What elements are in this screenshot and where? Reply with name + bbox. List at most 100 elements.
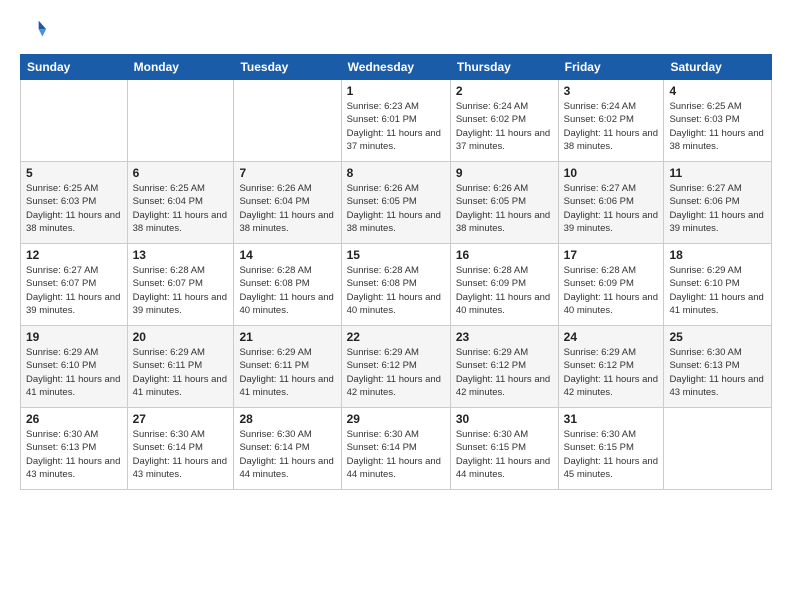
day-number: 3 [564, 84, 659, 98]
calendar-cell: 24 Sunrise: 6:29 AM Sunset: 6:12 PM Dayli… [558, 326, 664, 408]
calendar-cell: 18 Sunrise: 6:29 AM Sunset: 6:10 PM Dayli… [664, 244, 772, 326]
calendar-cell: 12 Sunrise: 6:27 AM Sunset: 6:07 PM Dayli… [21, 244, 128, 326]
day-info: Sunrise: 6:29 AM Sunset: 6:12 PM Dayligh… [347, 346, 445, 399]
calendar-cell: 27Sunrise: 6:30 AM Sunset: 6:14 PM Dayli… [127, 408, 234, 490]
day-info: Sunrise: 6:29 AM Sunset: 6:11 PM Dayligh… [133, 346, 229, 399]
day-number: 14 [239, 248, 335, 262]
calendar-header-wednesday: Wednesday [341, 55, 450, 80]
calendar-cell: 21Sunrise: 6:29 AM Sunset: 6:11 PM Dayli… [234, 326, 341, 408]
day-number: 9 [456, 166, 553, 180]
day-info: Sunrise: 6:29 AM Sunset: 6:12 PM Dayligh… [564, 346, 659, 399]
day-info: Sunrise: 6:27 AM Sunset: 6:06 PM Dayligh… [564, 182, 659, 235]
calendar-cell [664, 408, 772, 490]
day-info: Sunrise: 6:24 AM Sunset: 6:02 PM Dayligh… [564, 100, 659, 153]
day-info: Sunrise: 6:27 AM Sunset: 6:06 PM Dayligh… [669, 182, 766, 235]
day-number: 12 [26, 248, 122, 262]
calendar-week-row: 19 Sunrise: 6:29 AM Sunset: 6:10 PM Dayli… [21, 326, 772, 408]
day-number: 5 [26, 166, 122, 180]
day-number: 6 [133, 166, 229, 180]
day-info: Sunrise: 6:30 AM Sunset: 6:13 PM Dayligh… [26, 428, 122, 481]
day-info: Sunrise: 6:30 AM Sunset: 6:13 PM Dayligh… [669, 346, 766, 399]
calendar-cell: 10 Sunrise: 6:27 AM Sunset: 6:06 PM Dayli… [558, 162, 664, 244]
day-number: 21 [239, 330, 335, 344]
day-info: Sunrise: 6:26 AM Sunset: 6:04 PM Dayligh… [239, 182, 335, 235]
day-number: 16 [456, 248, 553, 262]
calendar-cell [127, 80, 234, 162]
day-number: 23 [456, 330, 553, 344]
day-info: Sunrise: 6:30 AM Sunset: 6:15 PM Dayligh… [564, 428, 659, 481]
calendar-cell: 23 Sunrise: 6:29 AM Sunset: 6:12 PM Dayli… [450, 326, 558, 408]
day-number: 18 [669, 248, 766, 262]
calendar-cell: 31Sunrise: 6:30 AM Sunset: 6:15 PM Dayli… [558, 408, 664, 490]
calendar-cell: 8 Sunrise: 6:26 AM Sunset: 6:05 PM Daylig… [341, 162, 450, 244]
calendar-cell: 6 Sunrise: 6:25 AM Sunset: 6:04 PM Daylig… [127, 162, 234, 244]
day-number: 2 [456, 84, 553, 98]
day-number: 22 [347, 330, 445, 344]
calendar-header-thursday: Thursday [450, 55, 558, 80]
page: SundayMondayTuesdayWednesdayThursdayFrid… [0, 0, 792, 612]
day-number: 15 [347, 248, 445, 262]
calendar-header-sunday: Sunday [21, 55, 128, 80]
day-number: 8 [347, 166, 445, 180]
day-number: 10 [564, 166, 659, 180]
calendar-cell: 9 Sunrise: 6:26 AM Sunset: 6:05 PM Daylig… [450, 162, 558, 244]
calendar-cell: 26 Sunrise: 6:30 AM Sunset: 6:13 PM Dayli… [21, 408, 128, 490]
logo [20, 16, 52, 44]
day-number: 11 [669, 166, 766, 180]
day-info: Sunrise: 6:23 AM Sunset: 6:01 PM Dayligh… [347, 100, 445, 153]
day-info: Sunrise: 6:25 AM Sunset: 6:03 PM Dayligh… [26, 182, 122, 235]
day-info: Sunrise: 6:25 AM Sunset: 6:03 PM Dayligh… [669, 100, 766, 153]
calendar-header-row: SundayMondayTuesdayWednesdayThursdayFrid… [21, 55, 772, 80]
day-number: 19 [26, 330, 122, 344]
calendar-header-tuesday: Tuesday [234, 55, 341, 80]
day-info: Sunrise: 6:27 AM Sunset: 6:07 PM Dayligh… [26, 264, 122, 317]
day-number: 30 [456, 412, 553, 426]
calendar-cell: 17Sunrise: 6:28 AM Sunset: 6:09 PM Dayli… [558, 244, 664, 326]
calendar-cell: 3 Sunrise: 6:24 AM Sunset: 6:02 PM Daylig… [558, 80, 664, 162]
calendar-cell: 15 Sunrise: 6:28 AM Sunset: 6:08 PM Dayli… [341, 244, 450, 326]
day-info: Sunrise: 6:24 AM Sunset: 6:02 PM Dayligh… [456, 100, 553, 153]
day-info: Sunrise: 6:28 AM Sunset: 6:09 PM Dayligh… [456, 264, 553, 317]
day-info: Sunrise: 6:29 AM Sunset: 6:10 PM Dayligh… [669, 264, 766, 317]
calendar-cell: 16 Sunrise: 6:28 AM Sunset: 6:09 PM Dayli… [450, 244, 558, 326]
calendar-week-row: 1 Sunrise: 6:23 AM Sunset: 6:01 PM Daylig… [21, 80, 772, 162]
day-info: Sunrise: 6:25 AM Sunset: 6:04 PM Dayligh… [133, 182, 229, 235]
calendar-cell: 19 Sunrise: 6:29 AM Sunset: 6:10 PM Dayli… [21, 326, 128, 408]
day-number: 24 [564, 330, 659, 344]
day-number: 1 [347, 84, 445, 98]
day-number: 25 [669, 330, 766, 344]
day-info: Sunrise: 6:30 AM Sunset: 6:14 PM Dayligh… [133, 428, 229, 481]
calendar-cell [21, 80, 128, 162]
day-info: Sunrise: 6:28 AM Sunset: 6:09 PM Dayligh… [564, 264, 659, 317]
calendar-cell: 13Sunrise: 6:28 AM Sunset: 6:07 PM Dayli… [127, 244, 234, 326]
calendar-week-row: 12 Sunrise: 6:27 AM Sunset: 6:07 PM Dayli… [21, 244, 772, 326]
day-number: 28 [239, 412, 335, 426]
calendar-cell: 7 Sunrise: 6:26 AM Sunset: 6:04 PM Daylig… [234, 162, 341, 244]
day-info: Sunrise: 6:28 AM Sunset: 6:08 PM Dayligh… [239, 264, 335, 317]
day-info: Sunrise: 6:29 AM Sunset: 6:10 PM Dayligh… [26, 346, 122, 399]
day-info: Sunrise: 6:30 AM Sunset: 6:14 PM Dayligh… [239, 428, 335, 481]
day-info: Sunrise: 6:29 AM Sunset: 6:12 PM Dayligh… [456, 346, 553, 399]
calendar-week-row: 5 Sunrise: 6:25 AM Sunset: 6:03 PM Daylig… [21, 162, 772, 244]
day-info: Sunrise: 6:28 AM Sunset: 6:08 PM Dayligh… [347, 264, 445, 317]
day-info: Sunrise: 6:30 AM Sunset: 6:15 PM Dayligh… [456, 428, 553, 481]
calendar-cell: 4 Sunrise: 6:25 AM Sunset: 6:03 PM Daylig… [664, 80, 772, 162]
day-number: 7 [239, 166, 335, 180]
calendar-cell [234, 80, 341, 162]
calendar-cell: 2 Sunrise: 6:24 AM Sunset: 6:02 PM Daylig… [450, 80, 558, 162]
day-number: 4 [669, 84, 766, 98]
day-number: 26 [26, 412, 122, 426]
day-number: 29 [347, 412, 445, 426]
calendar-cell: 25 Sunrise: 6:30 AM Sunset: 6:13 PM Dayli… [664, 326, 772, 408]
calendar-header-saturday: Saturday [664, 55, 772, 80]
day-info: Sunrise: 6:26 AM Sunset: 6:05 PM Dayligh… [456, 182, 553, 235]
calendar-cell: 29Sunrise: 6:30 AM Sunset: 6:14 PM Dayli… [341, 408, 450, 490]
calendar-cell: 30 Sunrise: 6:30 AM Sunset: 6:15 PM Dayli… [450, 408, 558, 490]
day-info: Sunrise: 6:26 AM Sunset: 6:05 PM Dayligh… [347, 182, 445, 235]
day-number: 20 [133, 330, 229, 344]
calendar-header-friday: Friday [558, 55, 664, 80]
logo-icon [20, 16, 48, 44]
calendar: SundayMondayTuesdayWednesdayThursdayFrid… [20, 54, 772, 490]
calendar-cell: 20 Sunrise: 6:29 AM Sunset: 6:11 PM Dayli… [127, 326, 234, 408]
calendar-week-row: 26 Sunrise: 6:30 AM Sunset: 6:13 PM Dayli… [21, 408, 772, 490]
